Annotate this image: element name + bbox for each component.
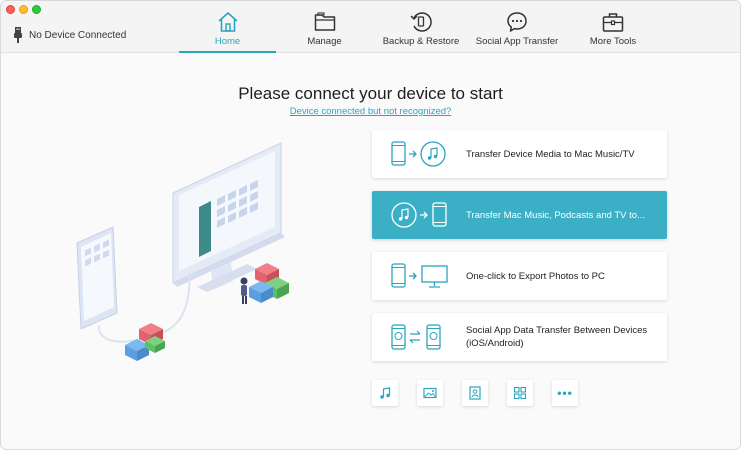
music-to-device-icon <box>391 202 447 228</box>
music-note-icon <box>380 387 391 399</box>
action-card-music-to-device[interactable]: Transfer Mac Music, Podcasts and TV to..… <box>372 191 667 239</box>
action-card-device-media-to-music[interactable]: Transfer Device Media to Mac Music/TV <box>372 130 667 178</box>
quick-tools: ••• <box>372 380 597 408</box>
tab-backup-restore[interactable]: Backup & Restore <box>373 1 469 53</box>
toolbox-icon <box>602 13 624 32</box>
chat-bubble-icon <box>507 12 527 32</box>
action-card-export-photos[interactable]: One-click to Export Photos to PC <box>372 252 667 300</box>
quick-apps-button[interactable] <box>507 380 533 406</box>
device-status-label: No Device Connected <box>29 29 127 41</box>
quick-contacts-button[interactable] <box>462 380 488 406</box>
device-not-recognized-link[interactable]: Device connected but not recognized? <box>1 106 740 117</box>
device-status: No Device Connected <box>13 27 126 43</box>
tab-manage-label: Manage <box>307 36 342 47</box>
page-title: Please connect your device to start <box>238 84 503 103</box>
connect-device-illustration <box>76 142 289 361</box>
action-card-social-transfer[interactable]: Social App Data Transfer Between Devices… <box>372 313 667 361</box>
person-illustration <box>240 277 248 304</box>
device-to-music-icon <box>391 141 446 167</box>
top-bar: No Device Connected Home Manage Backup &… <box>1 1 740 53</box>
phone-swap-icon <box>391 324 441 350</box>
apps-grid-icon <box>513 386 527 400</box>
quick-more-button[interactable]: ••• <box>552 380 578 406</box>
tab-more-tools-label: More Tools <box>589 36 637 47</box>
quick-photos-button[interactable] <box>417 380 443 406</box>
tab-home[interactable]: Home <box>179 1 276 53</box>
tab-manage[interactable]: Manage <box>276 1 373 53</box>
more-icon: ••• <box>557 386 573 400</box>
tab-social-app-transfer-label: Social App Transfer <box>475 36 559 47</box>
tab-home-label: Home <box>214 36 241 47</box>
phone-illustration <box>76 226 118 330</box>
window-minimize-button[interactable] <box>19 5 28 14</box>
window-close-button[interactable] <box>6 5 15 14</box>
tab-backup-restore-label: Backup & Restore <box>382 36 460 47</box>
main-tabs: Home Manage Backup & Restore Social App … <box>179 1 661 53</box>
cubes-small-illustration <box>125 323 165 361</box>
action-card-label: Transfer Device Media to Mac Music/TV <box>466 148 635 160</box>
tab-more-tools[interactable]: More Tools <box>565 1 661 53</box>
home-icon <box>217 12 238 32</box>
photo-icon <box>423 387 437 399</box>
action-card-label: Social App Data Transfer Between Devices… <box>466 325 648 349</box>
window-zoom-button[interactable] <box>32 5 41 14</box>
device-to-monitor-icon <box>391 263 448 288</box>
backup-restore-icon <box>410 12 432 32</box>
action-card-label: Transfer Mac Music, Podcasts and TV to..… <box>466 209 645 221</box>
quick-music-button[interactable] <box>372 380 398 406</box>
usb-icon <box>14 27 22 43</box>
app-window: No Device Connected Home Manage Backup &… <box>0 0 741 450</box>
tab-social-app-transfer[interactable]: Social App Transfer <box>469 1 565 53</box>
folder-icon <box>314 12 335 31</box>
cubes-illustration <box>249 263 289 303</box>
action-card-label: One-click to Export Photos to PC <box>466 270 605 282</box>
contacts-icon <box>469 386 481 400</box>
